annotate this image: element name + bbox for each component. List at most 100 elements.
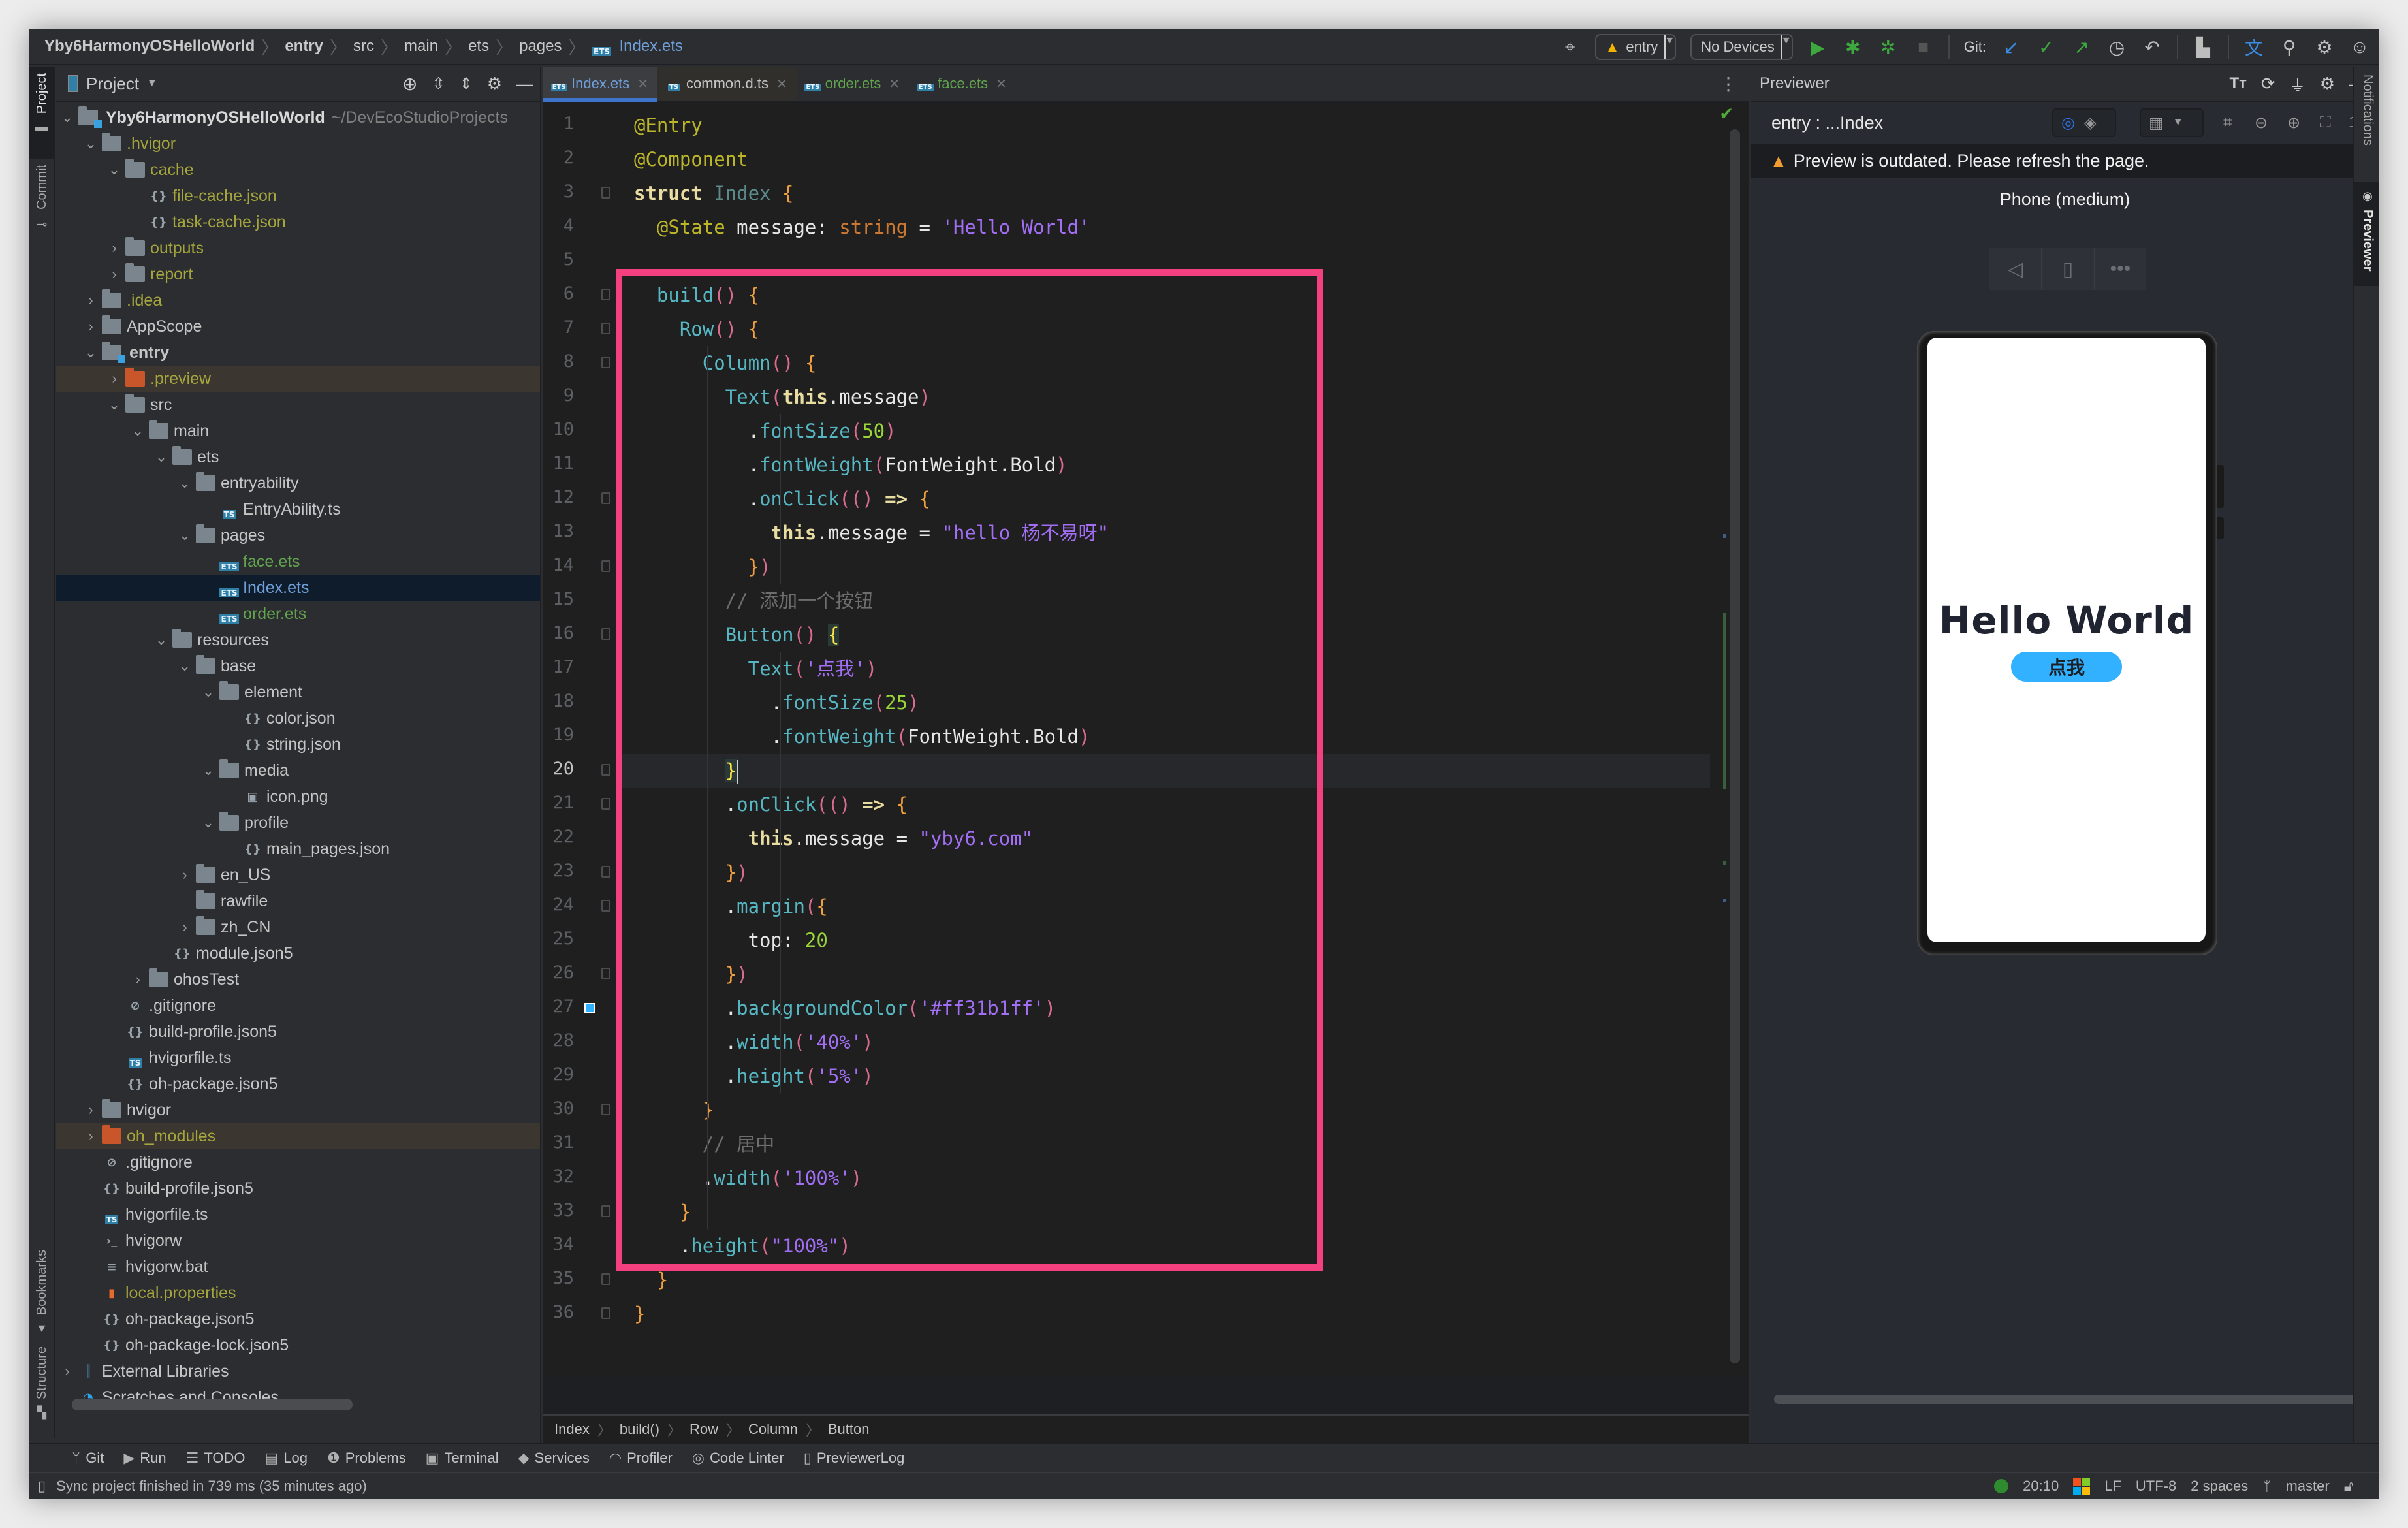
tree-item[interactable]: › .preview xyxy=(56,366,540,392)
caret-position[interactable]: 20:10 xyxy=(2023,1478,2059,1495)
line-number[interactable]: 28 xyxy=(543,1030,574,1051)
status-message[interactable]: Sync project finished in 739 ms (35 minu… xyxy=(56,1478,367,1495)
git-commit-icon[interactable]: ✓ xyxy=(2036,37,2057,57)
line-number[interactable]: 11 xyxy=(543,453,574,473)
line-number[interactable]: 35 xyxy=(543,1268,574,1288)
chevron-down-icon[interactable]: ⌄ xyxy=(80,344,102,361)
project-view-label[interactable]: Project xyxy=(86,74,139,94)
chevron-down-icon[interactable]: ⌄ xyxy=(127,422,149,439)
breadcrumb-ets[interactable]: ets xyxy=(468,37,489,56)
more-options-icon[interactable]: ⋮ xyxy=(1719,73,1737,95)
fold-marker-icon[interactable] xyxy=(601,1104,610,1115)
rollback-icon[interactable]: ↶ xyxy=(2142,37,2162,57)
chevron-down-icon[interactable]: ▼ xyxy=(147,78,157,89)
chevron-down-icon[interactable]: ⌄ xyxy=(197,684,219,701)
preview-hello-text[interactable]: Hello World xyxy=(1939,598,2194,643)
chevron-down-icon[interactable]: ⌄ xyxy=(150,631,172,648)
fold-marker-icon[interactable] xyxy=(601,289,610,300)
fold-marker-icon[interactable] xyxy=(601,798,610,810)
tree-item[interactable]: {} module.json5 xyxy=(56,940,540,966)
fold-marker-icon[interactable] xyxy=(601,1307,610,1319)
tool-tab-terminal[interactable]: ▣ Terminal xyxy=(426,1450,499,1467)
settings-icon[interactable]: ⚙ xyxy=(2314,37,2335,57)
chevron-right-icon[interactable]: › xyxy=(103,266,125,283)
breadcrumb-project[interactable]: Yby6HarmonyOSHelloWorld xyxy=(44,37,255,56)
fold-marker-icon[interactable] xyxy=(601,560,610,572)
tool-tab-services[interactable]: ◆ Services xyxy=(518,1450,590,1467)
attach-debugger-icon[interactable]: ✲ xyxy=(1878,37,1899,57)
tool-tab-previewerlog[interactable]: ▯ PreviewerLog xyxy=(804,1450,905,1467)
tree-item[interactable]: TS hvigorfile.ts xyxy=(56,1202,540,1228)
tree-item[interactable]: ⌄ ets xyxy=(56,444,540,470)
tree-item[interactable]: › outputs xyxy=(56,235,540,261)
chevron-down-icon[interactable]: ⌄ xyxy=(174,475,196,492)
line-number[interactable]: 26 xyxy=(543,963,574,983)
line-number[interactable]: 30 xyxy=(543,1098,574,1119)
tree-item[interactable]: ⌄ base xyxy=(56,653,540,679)
back-icon[interactable]: ◁ xyxy=(1989,248,2042,290)
inspector-icon[interactable]: ◎ xyxy=(2061,114,2075,133)
rotate-icon[interactable]: ▯ xyxy=(2042,248,2095,290)
layout-icon[interactable]: ▯ xyxy=(38,1478,46,1495)
stop-icon[interactable]: ■ xyxy=(1913,37,1934,57)
tree-item[interactable]: ⌄ src xyxy=(56,392,540,418)
project-structure-icon[interactable]: ▙ xyxy=(2193,37,2213,57)
tree-item[interactable]: › en_US xyxy=(56,862,540,888)
tree-item[interactable]: ⊘ .gitignore xyxy=(56,993,540,1019)
line-number[interactable]: 1 xyxy=(543,114,574,134)
account-icon[interactable]: ☺ xyxy=(2349,37,2370,57)
tree-item[interactable]: ≡ hvigorw.bat xyxy=(56,1254,540,1280)
tree-item[interactable]: ⌄ main xyxy=(56,418,540,444)
tree-item[interactable]: › oh_modules xyxy=(56,1123,540,1149)
tree-item[interactable]: TS hvigorfile.ts xyxy=(56,1045,540,1071)
close-icon[interactable]: ✕ xyxy=(776,76,787,92)
chevron-right-icon[interactable]: › xyxy=(80,318,102,335)
editor-tab[interactable]: TS common.d.ts ✕ xyxy=(657,67,797,101)
line-number[interactable]: 24 xyxy=(543,895,574,915)
tree-item[interactable]: {} oh-package.json5 xyxy=(56,1071,540,1097)
tree-item[interactable]: ETS Index.ets xyxy=(56,575,540,601)
windows-icon[interactable] xyxy=(2073,1478,2091,1495)
editor-tab[interactable]: ETS Index.ets ✕ xyxy=(543,67,658,102)
fold-marker-icon[interactable] xyxy=(601,764,610,776)
tool-tab-previewer[interactable]: ◉ Previewer xyxy=(2354,182,2379,286)
color-swatch-icon[interactable] xyxy=(584,1003,595,1013)
tree-item[interactable]: {} build-profile.json5 xyxy=(56,1175,540,1202)
tree-item[interactable]: ⌄ resources xyxy=(56,627,540,653)
line-number[interactable]: 27 xyxy=(543,996,574,1017)
line-number[interactable]: 21 xyxy=(543,793,574,813)
chevron-down-icon[interactable]: ⌄ xyxy=(197,814,219,831)
tree-item[interactable]: › report xyxy=(56,261,540,287)
tree-item[interactable]: TS EntryAbility.ts xyxy=(56,496,540,522)
tree-item[interactable]: ▮ local.properties xyxy=(56,1280,540,1306)
chevron-right-icon[interactable]: › xyxy=(103,370,125,387)
fit-screen-icon[interactable]: ⌗ xyxy=(2223,114,2232,132)
zoom-in-icon[interactable]: ⊕ xyxy=(2287,114,2300,133)
hide-icon[interactable]: — xyxy=(516,74,533,94)
chevron-down-icon[interactable]: ⌄ xyxy=(150,449,172,466)
file-encoding[interactable]: UTF-8 xyxy=(2136,1478,2176,1495)
fold-marker-icon[interactable] xyxy=(601,323,610,334)
tool-tab-problems[interactable]: ❶ Problems xyxy=(327,1450,406,1467)
line-number[interactable]: 12 xyxy=(543,487,574,507)
tool-tab-log[interactable]: ▤ Log xyxy=(265,1450,308,1467)
close-icon[interactable]: ✕ xyxy=(889,76,900,92)
line-number[interactable]: 19 xyxy=(543,725,574,745)
editor-tab[interactable]: ETS order.ets ✕ xyxy=(797,67,909,101)
line-number[interactable]: 23 xyxy=(543,861,574,881)
fold-marker-icon[interactable] xyxy=(601,1273,610,1285)
chevron-right-icon[interactable]: › xyxy=(80,1128,102,1145)
line-number[interactable]: 4 xyxy=(543,215,574,236)
tree-item[interactable]: › ║ External Libraries xyxy=(56,1358,540,1384)
fold-marker-icon[interactable] xyxy=(601,866,610,878)
chevron-down-icon[interactable]: ⌄ xyxy=(80,135,102,152)
settings-icon[interactable]: ⚙ xyxy=(487,74,502,94)
tree-item[interactable]: ⌄ profile xyxy=(56,810,540,836)
chevron-down-icon[interactable]: ⌄ xyxy=(174,658,196,675)
chevron-right-icon[interactable]: › xyxy=(56,1363,78,1380)
line-number[interactable]: 5 xyxy=(543,249,574,270)
tool-tab-notifications[interactable]: Notifications xyxy=(2354,67,2379,178)
tree-item[interactable]: › AppScope xyxy=(56,313,540,340)
tree-item[interactable]: {} color.json xyxy=(56,705,540,731)
chevron-down-icon[interactable]: ⌄ xyxy=(197,762,219,779)
